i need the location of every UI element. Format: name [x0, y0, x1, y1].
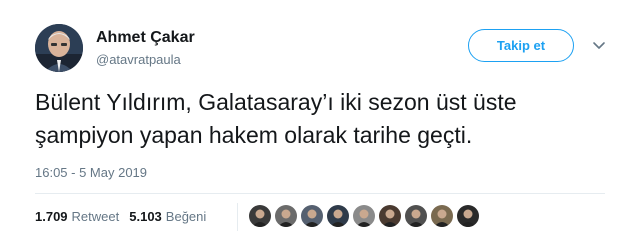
like-stat[interactable]: 5.103 Beğeni — [129, 209, 206, 224]
tweet-text: Bülent Yıldırım, Galatasaray’ı iki sezon… — [35, 86, 625, 152]
user-handle[interactable]: @atavratpaula — [96, 52, 181, 67]
retweet-label: Retweet — [71, 209, 120, 224]
liker-avatar-8-icon[interactable] — [431, 205, 453, 227]
retweet-count: 1.709 — [35, 209, 68, 224]
liker-avatar-4-icon[interactable] — [327, 205, 349, 227]
liker-avatars — [249, 205, 483, 227]
retweet-stat[interactable]: 1.709 Retweet — [35, 209, 119, 224]
chevron-down-icon[interactable] — [592, 38, 606, 52]
stats-separator — [237, 203, 238, 231]
liker-avatar-1-icon[interactable] — [249, 205, 271, 227]
divider — [35, 193, 605, 194]
liker-avatar-5-icon[interactable] — [353, 205, 375, 227]
stats-bar: 1.709 Retweet 5.103 Beğeni — [35, 209, 206, 224]
like-count: 5.103 — [129, 209, 162, 224]
user-name[interactable]: Ahmet Çakar — [96, 29, 195, 47]
profile-photo-icon — [35, 24, 83, 72]
tweet-line-2: şampiyon yapan hakem olarak tarihe geçti… — [35, 122, 473, 148]
tweet-line-1: Bülent Yıldırım, Galatasaray’ı iki sezon… — [35, 89, 517, 115]
liker-avatar-9-icon[interactable] — [457, 205, 479, 227]
liker-avatar-6-icon[interactable] — [379, 205, 401, 227]
avatar[interactable] — [35, 24, 83, 72]
like-label: Beğeni — [165, 209, 207, 224]
liker-avatar-7-icon[interactable] — [405, 205, 427, 227]
liker-avatar-2-icon[interactable] — [275, 205, 297, 227]
timestamp[interactable]: 16:05 - 5 May 2019 — [35, 165, 147, 180]
liker-avatar-3-icon[interactable] — [301, 205, 323, 227]
follow-button[interactable]: Takip et — [468, 29, 574, 62]
